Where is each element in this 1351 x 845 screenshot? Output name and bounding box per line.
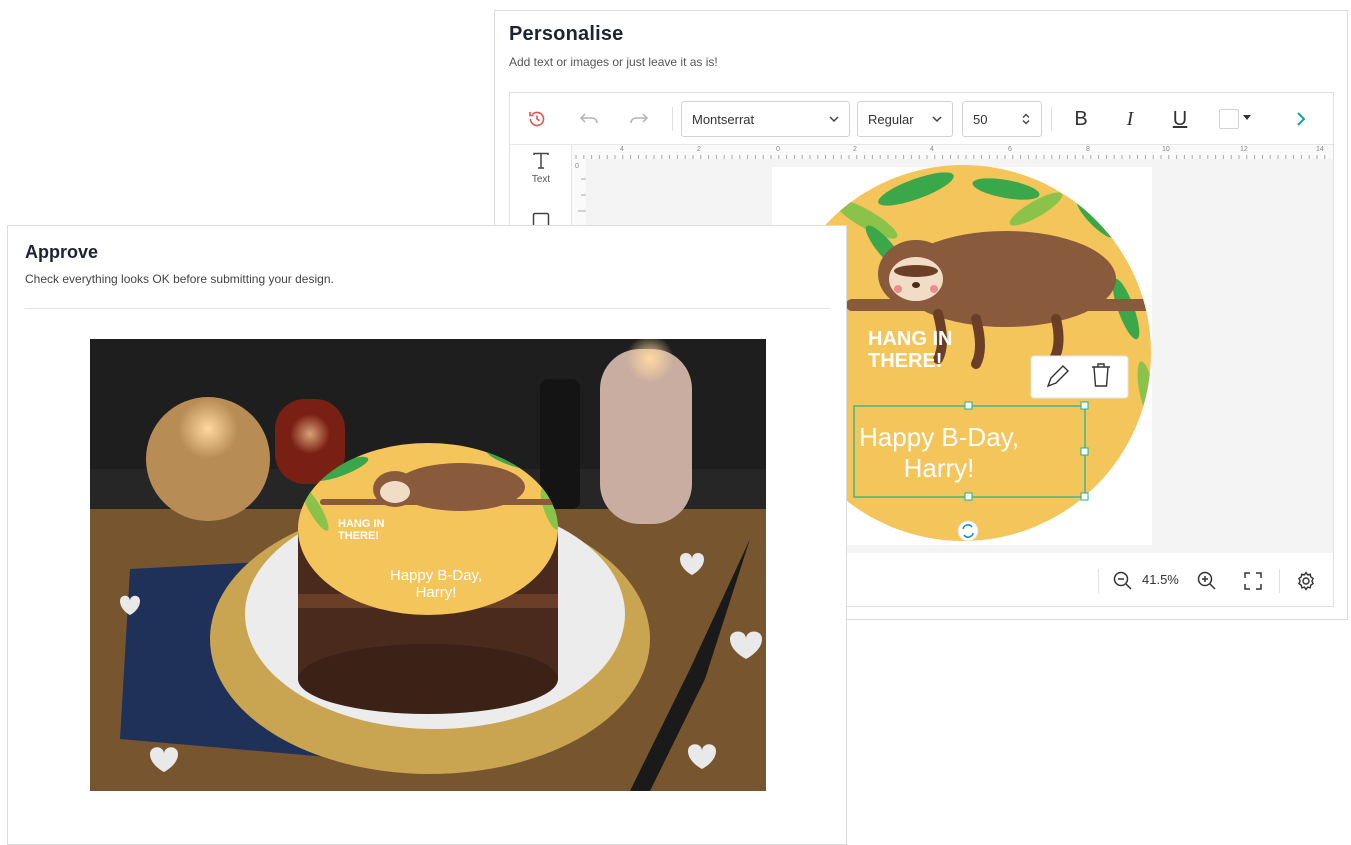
ruler-label: 10 — [1162, 146, 1170, 153]
chevron-down-icon — [932, 116, 942, 123]
undo-icon[interactable] — [576, 106, 602, 132]
chevron-down-icon — [829, 116, 839, 123]
topper-headline: HANG IN — [338, 518, 385, 530]
topper-message: Harry! — [416, 584, 457, 601]
cake-preview-photo: HANG IN THERE! Happy B-Day, Harry! — [90, 339, 766, 791]
topper-headline: THERE! — [338, 530, 379, 542]
resize-handle[interactable] — [1080, 492, 1089, 501]
ruler-label: 6 — [1008, 146, 1012, 153]
ruler-label: 4 — [620, 146, 624, 153]
ruler-ticks — [575, 155, 1326, 159]
font-weight-value: Regular — [868, 111, 914, 127]
resize-handle[interactable] — [1080, 401, 1089, 410]
chevron-right-icon[interactable] — [1288, 106, 1314, 132]
toolbar-divider — [672, 107, 673, 131]
ruler-label: 2 — [853, 146, 857, 153]
sloth-face — [889, 257, 943, 301]
zoom-out-icon[interactable] — [1112, 570, 1134, 592]
font-size-stepper[interactable]: 50 — [962, 101, 1042, 137]
personalise-title: Personalise — [509, 23, 624, 45]
headline-line: THERE! — [868, 350, 942, 372]
message-line: Harry! — [904, 453, 975, 483]
approve-panel: Approve Check everything looks OK before… — [7, 225, 847, 845]
resize-handle[interactable] — [1080, 447, 1089, 456]
underline-button[interactable]: U — [1166, 105, 1194, 133]
font-family-value: Montserrat — [692, 111, 755, 127]
font-weight-select[interactable]: Regular — [857, 101, 953, 137]
history-icon[interactable] — [524, 106, 550, 132]
approve-title: Approve — [25, 242, 99, 262]
settings-gear-icon[interactable] — [1295, 570, 1317, 592]
text-tool-icon — [533, 152, 549, 169]
ruler-label: 2 — [697, 146, 701, 153]
approve-subtitle: Check everything looks OK before submitt… — [25, 272, 334, 286]
ruler-label: 0 — [776, 146, 780, 153]
bold-button[interactable]: B — [1067, 105, 1095, 133]
rotate-handle[interactable] — [957, 520, 979, 542]
resize-handle[interactable] — [964, 401, 973, 410]
approve-divider — [25, 308, 830, 309]
element-action-popover — [1030, 355, 1129, 399]
cake-preview-illustration: HANG IN THERE! Happy B-Day, Harry! — [90, 339, 766, 791]
topper-message: Happy B-Day, — [390, 567, 482, 584]
color-swatch[interactable] — [1219, 109, 1239, 129]
message-line: Happy B-Day, — [859, 422, 1019, 452]
text-tool-label: Text — [531, 174, 551, 185]
ruler-label: 8 — [1086, 146, 1090, 153]
resize-handle[interactable] — [964, 492, 973, 501]
zoom-in-icon[interactable] — [1196, 570, 1218, 592]
ruler-label: 14 — [1316, 146, 1324, 153]
ruler-label: 12 — [1240, 146, 1248, 153]
italic-button[interactable]: I — [1116, 105, 1144, 133]
editor-toolbar: Montserrat Regular 50 B I U — [510, 93, 1333, 145]
redo-icon[interactable] — [626, 106, 652, 132]
fullscreen-icon[interactable] — [1242, 570, 1264, 592]
personalise-subtitle: Add text or images or just leave it as i… — [509, 55, 718, 69]
color-dropdown-icon[interactable] — [1243, 115, 1251, 120]
zoom-level: 41.5% — [1142, 572, 1179, 587]
ruler-label: 4 — [930, 146, 934, 153]
text-tool[interactable]: Text — [510, 151, 572, 185]
toolbar-divider — [1051, 107, 1052, 131]
zoom-divider — [1279, 569, 1280, 593]
font-family-select[interactable]: Montserrat — [681, 101, 850, 137]
font-size-value: 50 — [973, 111, 988, 127]
stepper-arrows-icon[interactable] — [1019, 112, 1033, 126]
horizontal-ruler: 4 2 0 2 4 6 8 10 12 14 — [572, 145, 1333, 160]
diffuser-bottle — [540, 379, 580, 509]
zoom-divider — [1098, 569, 1099, 593]
headline-line: HANG IN — [868, 328, 952, 350]
